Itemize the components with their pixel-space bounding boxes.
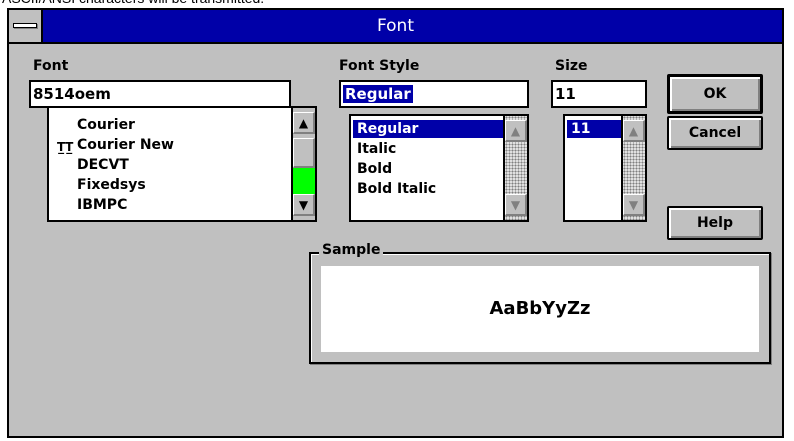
font-style-item[interactable]: Bold — [357, 160, 392, 178]
font-list-item[interactable]: Courier — [77, 116, 135, 134]
sample-group: AaBbYyZz — [309, 252, 771, 364]
font-dialog: Font Font 8514oem T̲T̲ Courier Courier N… — [7, 8, 784, 438]
size-scrollbar[interactable]: ▲ ▼ — [621, 116, 645, 220]
size-label: Size — [555, 58, 588, 74]
font-style-item-selected[interactable]: Regular — [353, 120, 505, 138]
sample-label: Sample — [319, 242, 384, 258]
scroll-down-button[interactable]: ▼ — [505, 194, 527, 216]
font-style-field[interactable]: Regular — [339, 80, 529, 108]
size-field[interactable]: 11 — [551, 80, 647, 108]
scroll-track-fill — [293, 168, 315, 194]
dialog-title: Font — [376, 16, 414, 36]
font-style-value: Regular — [343, 85, 413, 103]
font-name-value: 8514oem — [33, 85, 111, 103]
font-style-list[interactable]: Regular Italic Bold Bold Italic ▲ ▼ — [349, 114, 529, 222]
background-caption: ASCII/ANSI characters will be transmitte… — [2, 0, 264, 8]
sample-preview: AaBbYyZz — [321, 266, 759, 352]
font-list-scrollbar[interactable]: ▲ ▼ — [291, 108, 315, 220]
title-bar[interactable]: Font — [9, 10, 782, 44]
font-label: Font — [33, 58, 69, 74]
font-style-scrollbar[interactable]: ▲ ▼ — [503, 116, 527, 220]
scroll-up-button[interactable]: ▲ — [505, 120, 527, 142]
size-list[interactable]: 11 ▲ ▼ — [563, 114, 647, 222]
font-style-label: Font Style — [339, 58, 420, 74]
font-list-item[interactable]: Courier New — [77, 136, 174, 154]
system-menu-button[interactable] — [9, 10, 43, 42]
font-list-item[interactable]: IBMPC — [77, 196, 127, 214]
font-style-item[interactable]: Bold Italic — [357, 180, 436, 198]
scroll-up-button[interactable]: ▲ — [293, 112, 315, 134]
ok-button[interactable]: OK — [667, 74, 763, 114]
size-item-selected[interactable]: 11 — [567, 120, 621, 138]
cancel-button[interactable]: Cancel — [667, 116, 763, 150]
scroll-down-button[interactable]: ▼ — [293, 194, 315, 216]
font-list[interactable]: T̲T̲ Courier Courier New DECVT Fixedsys … — [47, 106, 317, 222]
font-name-field[interactable]: 8514oem — [29, 80, 291, 108]
scroll-thumb[interactable] — [293, 138, 315, 168]
scroll-up-button[interactable]: ▲ — [623, 120, 645, 142]
sample-text: AaBbYyZz — [489, 298, 591, 319]
font-style-item[interactable]: Italic — [357, 140, 396, 158]
system-menu-icon — [13, 23, 37, 28]
font-list-item[interactable]: DECVT — [77, 156, 129, 174]
truetype-icon: T̲T̲ — [57, 140, 74, 154]
font-list-item[interactable]: Fixedsys — [77, 176, 146, 194]
size-value: 11 — [555, 85, 576, 103]
scroll-down-button[interactable]: ▼ — [623, 194, 645, 216]
help-button[interactable]: Help — [667, 206, 763, 240]
